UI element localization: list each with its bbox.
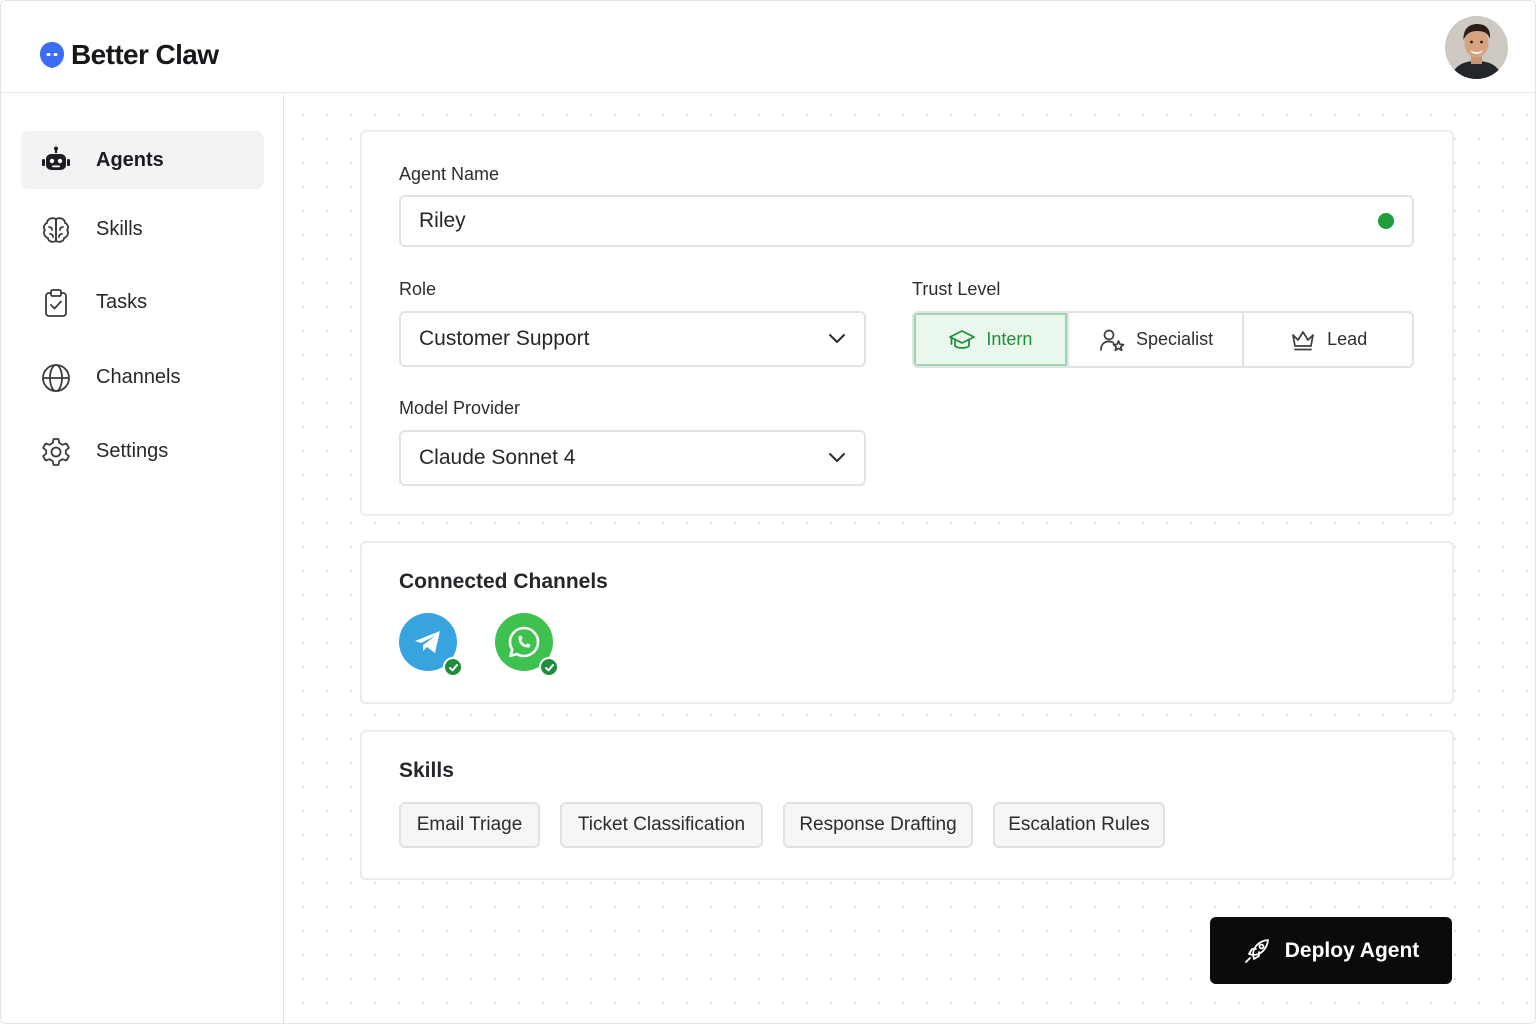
sidebar-item-label: Skills bbox=[96, 217, 143, 240]
sidebar-item-settings[interactable]: Settings bbox=[21, 422, 264, 480]
agent-name-label: Agent Name bbox=[399, 164, 500, 184]
connected-channels-title: Connected Channels bbox=[399, 570, 608, 593]
connected-channels-card: Connected Channels bbox=[360, 541, 1454, 704]
skill-chip[interactable]: Escalation Rules bbox=[993, 802, 1165, 848]
user-star-icon bbox=[1100, 329, 1125, 351]
trust-level-label: Trust Level bbox=[912, 279, 1001, 299]
role-value: Customer Support bbox=[419, 327, 590, 350]
avatar-icon bbox=[1445, 16, 1508, 79]
brand-logo[interactable]: Better Claw bbox=[39, 39, 219, 71]
sidebar-item-tasks[interactable]: Tasks bbox=[21, 273, 264, 331]
app-window: Better Claw Agents Skills Tasks Channels… bbox=[0, 0, 1536, 1024]
deploy-agent-label: Deploy Agent bbox=[1284, 938, 1420, 962]
skill-chip-label: Email Triage bbox=[416, 814, 523, 835]
agent-status-indicator bbox=[1378, 213, 1394, 229]
channel-whatsapp[interactable] bbox=[495, 613, 559, 677]
app-name: Better Claw bbox=[71, 39, 219, 70]
model-provider-value: Claude Sonnet 4 bbox=[419, 446, 576, 469]
model-provider-label: Model Provider bbox=[399, 398, 521, 418]
brain-icon bbox=[43, 217, 69, 243]
deploy-agent-button[interactable]: Deploy Agent bbox=[1210, 917, 1452, 984]
crown-icon bbox=[1292, 330, 1315, 350]
sidebar-item-skills[interactable]: Skills bbox=[21, 200, 264, 258]
clipboard-check-icon bbox=[45, 289, 67, 317]
agent-name-value: Riley bbox=[419, 209, 466, 232]
chevron-down-icon bbox=[829, 453, 845, 462]
sidebar-item-channels[interactable]: Channels bbox=[21, 348, 264, 406]
graduation-cap-icon bbox=[949, 329, 976, 349]
sidebar-item-label: Settings bbox=[96, 439, 169, 462]
main-canvas: Agent Name Riley Role Customer Support T… bbox=[285, 93, 1535, 1023]
sidebar-item-label: Channels bbox=[96, 365, 181, 388]
sidebar-item-label: Tasks bbox=[96, 290, 148, 313]
role-select[interactable]: Customer Support bbox=[399, 311, 866, 367]
user-avatar[interactable] bbox=[1445, 16, 1508, 79]
gear-icon bbox=[42, 438, 70, 466]
skill-chip[interactable]: Email Triage bbox=[399, 802, 540, 848]
trust-option-label: Intern bbox=[986, 329, 1033, 349]
model-provider-select[interactable]: Claude Sonnet 4 bbox=[399, 430, 866, 486]
trust-option-intern[interactable]: Intern bbox=[914, 313, 1067, 366]
chevron-down-icon bbox=[829, 334, 845, 343]
connected-check-icon bbox=[539, 657, 559, 677]
robot-icon bbox=[42, 146, 70, 170]
skills-title: Skills bbox=[399, 759, 454, 782]
channel-telegram[interactable] bbox=[399, 613, 463, 677]
trust-option-lead[interactable]: Lead bbox=[1242, 313, 1412, 366]
top-header: Better Claw bbox=[1, 1, 1535, 93]
agent-config-card: Agent Name Riley Role Customer Support T… bbox=[360, 130, 1454, 516]
skill-chip-label: Response Drafting bbox=[799, 814, 957, 835]
trust-option-label: Lead bbox=[1327, 329, 1368, 349]
skill-chip-label: Escalation Rules bbox=[1008, 814, 1150, 835]
trust-option-label: Specialist bbox=[1136, 329, 1214, 349]
connected-check-icon bbox=[443, 657, 463, 677]
agent-name-input[interactable]: Riley bbox=[399, 195, 1414, 247]
skill-chip-label: Ticket Classification bbox=[577, 814, 746, 835]
trust-level-selector: Intern Specialist Lead bbox=[912, 311, 1414, 368]
skill-chip[interactable]: Response Drafting bbox=[783, 802, 973, 848]
sidebar: Agents Skills Tasks Channels Settings bbox=[1, 93, 284, 1023]
rocket-icon bbox=[1244, 938, 1269, 963]
role-label: Role bbox=[399, 279, 437, 299]
skills-card: Skills Email Triage Ticket Classificatio… bbox=[360, 730, 1454, 880]
trust-option-specialist[interactable]: Specialist bbox=[1066, 313, 1243, 366]
logo-icon bbox=[40, 42, 64, 68]
sidebar-item-label: Agents bbox=[96, 148, 164, 171]
sidebar-item-agents[interactable]: Agents bbox=[21, 131, 264, 189]
globe-icon bbox=[42, 364, 70, 392]
skill-chip[interactable]: Ticket Classification bbox=[560, 802, 763, 848]
